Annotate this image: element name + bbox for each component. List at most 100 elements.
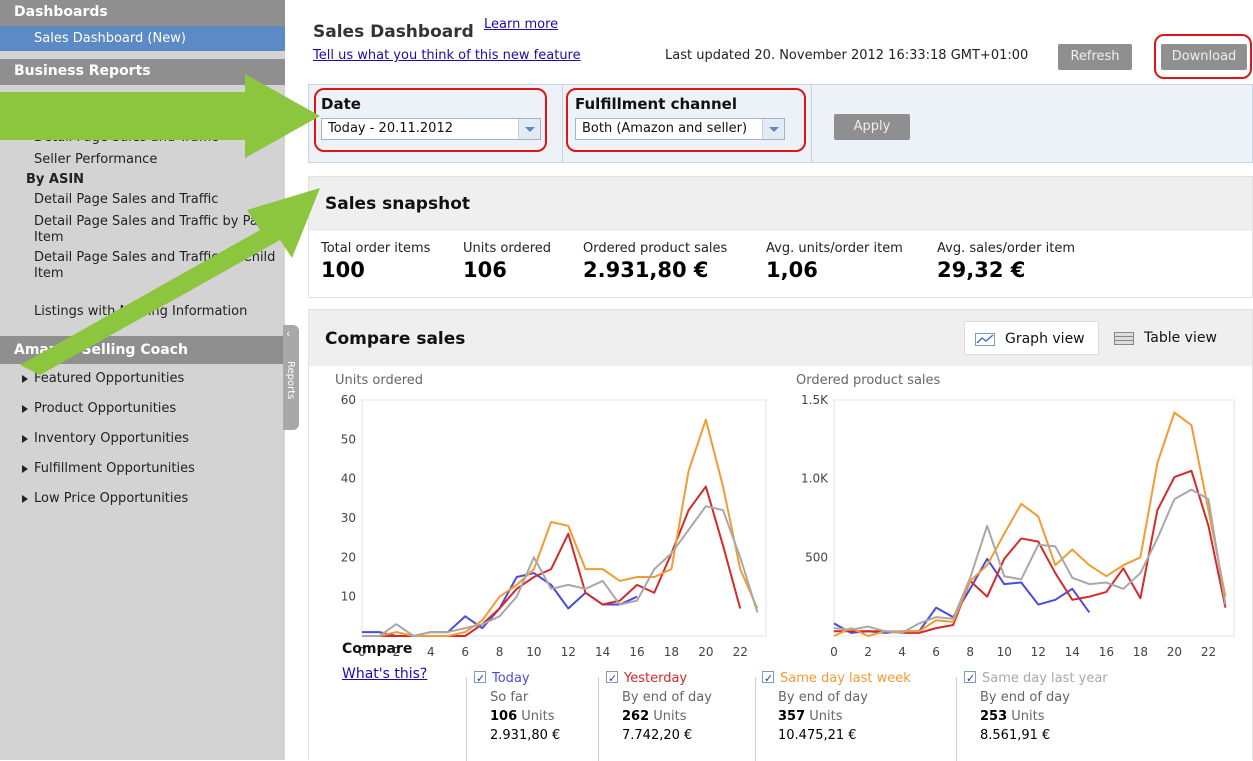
sidebar-item-inventory-opps[interactable]: Inventory Opportunities [0, 424, 285, 454]
x-tick-label: 6 [932, 645, 940, 659]
metric-value: 2.931,80 € [583, 258, 709, 282]
x-tick-label: 18 [664, 645, 679, 659]
checkbox-icon[interactable] [606, 669, 618, 688]
sidebar-item-asin-detail[interactable]: Detail Page Sales and Traffic [0, 189, 285, 211]
legend-units-value: 106 [490, 709, 518, 724]
x-tick-label: 14 [1065, 645, 1080, 659]
x-tick-label: 8 [496, 645, 504, 659]
metric-avg-units: Avg. units/order item 1,06 [766, 241, 903, 282]
legend-sub: By end of day [622, 690, 712, 705]
filter-divider [811, 85, 812, 162]
chevron-left-icon: ‹ [286, 327, 291, 340]
legend-series-3: Same day last year By end of day 253 Units… [964, 669, 1108, 745]
legend-units-value: 357 [778, 709, 806, 724]
legend-units-label: Units [521, 709, 555, 724]
sidebar-item-fulfillment-opps[interactable]: Fulfillment Opportunities [0, 454, 285, 484]
x-tick-label: 6 [461, 645, 469, 659]
y-tick-label: 500 [805, 550, 828, 564]
y-tick-label: 20 [341, 550, 356, 564]
legend-divider [466, 677, 467, 761]
x-tick-label: 22 [733, 645, 748, 659]
metric-value: 1,06 [766, 258, 818, 282]
sidebar-item-sales-dashboard[interactable]: Sales Dashboard (New) [0, 26, 285, 51]
legend-name: Same day last week [780, 671, 911, 686]
legend-sub: By end of day [778, 690, 868, 705]
legend-units-label: Units [1011, 709, 1045, 724]
sidebar-item-label: Low Price Opportunities [34, 491, 189, 506]
x-tick-label: 20 [1167, 645, 1182, 659]
feedback-link[interactable]: Tell us what you think of this new featu… [313, 48, 581, 63]
sidebar-item-detail-page-sales[interactable]: Detail Page Sales and Traffic [0, 127, 285, 149]
expand-arrow-icon [22, 494, 28, 503]
sidebar-item-featured-opps[interactable]: Featured Opportunities [0, 364, 285, 394]
legend-units: 253 Units [964, 707, 1108, 726]
x-tick-label: 18 [1133, 645, 1148, 659]
legend-toggle[interactable]: Same day last year [964, 669, 1108, 688]
learn-more-link[interactable]: Learn more [484, 17, 558, 32]
checkbox-icon[interactable] [474, 669, 486, 688]
sidebar-item-label: Fulfillment Opportunities [34, 461, 195, 476]
legend-toggle[interactable]: Same day last week [762, 669, 911, 688]
legend-sales: 7.742,20 € [622, 728, 693, 743]
table-view-label: Table view [1144, 330, 1217, 346]
x-tick-label: 12 [561, 645, 576, 659]
legend-divider [755, 677, 756, 761]
metric-label: Ordered product sales [583, 241, 728, 256]
metric-avg-sales: Avg. sales/order item 29,32 € [937, 241, 1075, 282]
x-tick-label: 4 [427, 645, 435, 659]
sidebar-item-product-opps[interactable]: Product Opportunities [0, 394, 285, 424]
sidebar-header-business-reports: Business Reports [0, 59, 285, 85]
sidebar-item-low-price-opps[interactable]: Low Price Opportunities [0, 484, 285, 514]
sidebar-item-sales-and-traffic[interactable]: Sales and Traffic [0, 105, 285, 127]
compare-sales-title: Compare sales [325, 329, 466, 349]
sidebar-item-label: Featured Opportunities [34, 371, 185, 386]
x-tick-label: 16 [1099, 645, 1114, 659]
legend-sub: By end of day [980, 690, 1070, 705]
channel-highlight-circle [566, 88, 806, 152]
sidebar-header-selling-coach: Amazon Selling Coach [0, 336, 285, 364]
x-tick-label: 12 [1031, 645, 1046, 659]
metric-label: Avg. sales/order item [937, 241, 1076, 256]
table-icon [1114, 332, 1134, 345]
y-tick-label: 10 [341, 590, 356, 604]
legend-units-value: 262 [622, 709, 650, 724]
sidebar-item-asin-child[interactable]: Detail Page Sales and Traffic by Child I… [0, 247, 285, 283]
metric-value: 29,32 € [937, 258, 1026, 282]
date-highlight-circle [314, 88, 547, 152]
download-highlight-circle [1154, 34, 1252, 79]
x-tick-label: 4 [898, 645, 906, 659]
checkbox-icon[interactable] [762, 669, 774, 688]
filter-bar: Date Today - 20.11.2012 Fulfillment chan… [308, 84, 1253, 163]
sidebar-item-asin-parent[interactable]: Detail Page Sales and Traffic by Parent … [0, 211, 285, 247]
legend-toggle[interactable]: Today [474, 669, 560, 688]
metric-label: Units ordered [463, 241, 551, 256]
x-tick-label: 10 [997, 645, 1012, 659]
graph-view-button[interactable]: Graph view [964, 321, 1099, 355]
x-tick-label: 22 [1201, 645, 1216, 659]
table-view-button[interactable]: Table view [1104, 321, 1234, 355]
legend-sales: 2.931,80 € [490, 728, 561, 743]
filter-divider [562, 85, 563, 162]
metric-units-ordered: Units ordered 106 [463, 241, 551, 282]
x-tick-label: 8 [966, 645, 974, 659]
legend-series-2: Same day last week By end of day 357 Units… [762, 669, 911, 745]
sidebar-item-seller-performance[interactable]: Seller Performance [0, 149, 285, 171]
legend-units-label: Units [653, 709, 687, 724]
metric-label: Total order items [321, 241, 431, 256]
whats-this-link[interactable]: What's this? [342, 666, 427, 682]
ordered-sales-chart: 500 1.0K 1.5K 0 2 4 6 8 10 12 14 16 18 20 22 [801, 393, 1235, 659]
legend-toggle[interactable]: Yesterday [606, 669, 712, 688]
sidebar-item-label: Inventory Opportunities [34, 431, 189, 446]
plot-area [361, 399, 767, 637]
x-tick-label: 0 [830, 645, 838, 659]
checkbox-icon[interactable] [964, 669, 976, 688]
reports-collapse-tab[interactable]: ‹ Reports [283, 325, 299, 430]
sidebar: Dashboards Sales Dashboard (New) Busines… [0, 0, 285, 760]
page-title: Sales Dashboard [313, 22, 474, 42]
expand-arrow-icon [22, 404, 28, 413]
apply-button[interactable]: Apply [834, 114, 910, 140]
refresh-button[interactable]: Refresh [1058, 44, 1132, 70]
sidebar-item-listings-missing[interactable]: Listings with Missing Information [0, 299, 285, 324]
legend-divider [956, 677, 957, 761]
compare-sales-header: Compare sales Graph view Table view [309, 310, 1252, 366]
